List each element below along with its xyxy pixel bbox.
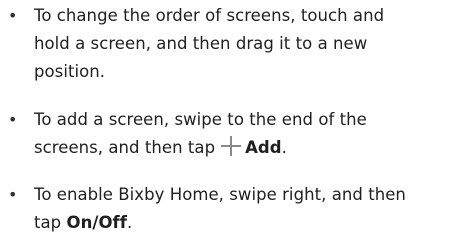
text-line: hold a screen, and then drag it to a new	[34, 34, 368, 53]
text-line: To change the order of screens, touch an…	[34, 6, 385, 25]
text-segment: .	[281, 138, 287, 157]
text-line: To add a screen, swipe to the end of the	[34, 110, 367, 129]
plus-icon	[217, 136, 243, 156]
bullet-dot: •	[8, 6, 18, 25]
text-segment: screens, and then tap	[34, 138, 216, 157]
bullet-dot: •	[8, 185, 18, 204]
add-label: Add	[245, 138, 282, 157]
text-segment: tap	[34, 213, 67, 232]
list-item-text: To enable Bixby Home, swipe right, and t…	[34, 181, 464, 237]
text-segment: .	[126, 213, 133, 232]
text-line: position.	[34, 62, 106, 81]
text-line: screens, and then tap Add.	[34, 134, 464, 162]
on-off-label: On/Off	[66, 213, 127, 232]
bullet-dot: •	[8, 110, 18, 129]
text-line: To enable Bixby Home, swipe right, and t…	[34, 185, 406, 204]
list-item-text: To change the order of screens, touch an…	[34, 2, 464, 86]
list-item-text: To add a screen, swipe to the end of the…	[34, 106, 464, 162]
text-line: tap On/Off.	[34, 209, 464, 237]
